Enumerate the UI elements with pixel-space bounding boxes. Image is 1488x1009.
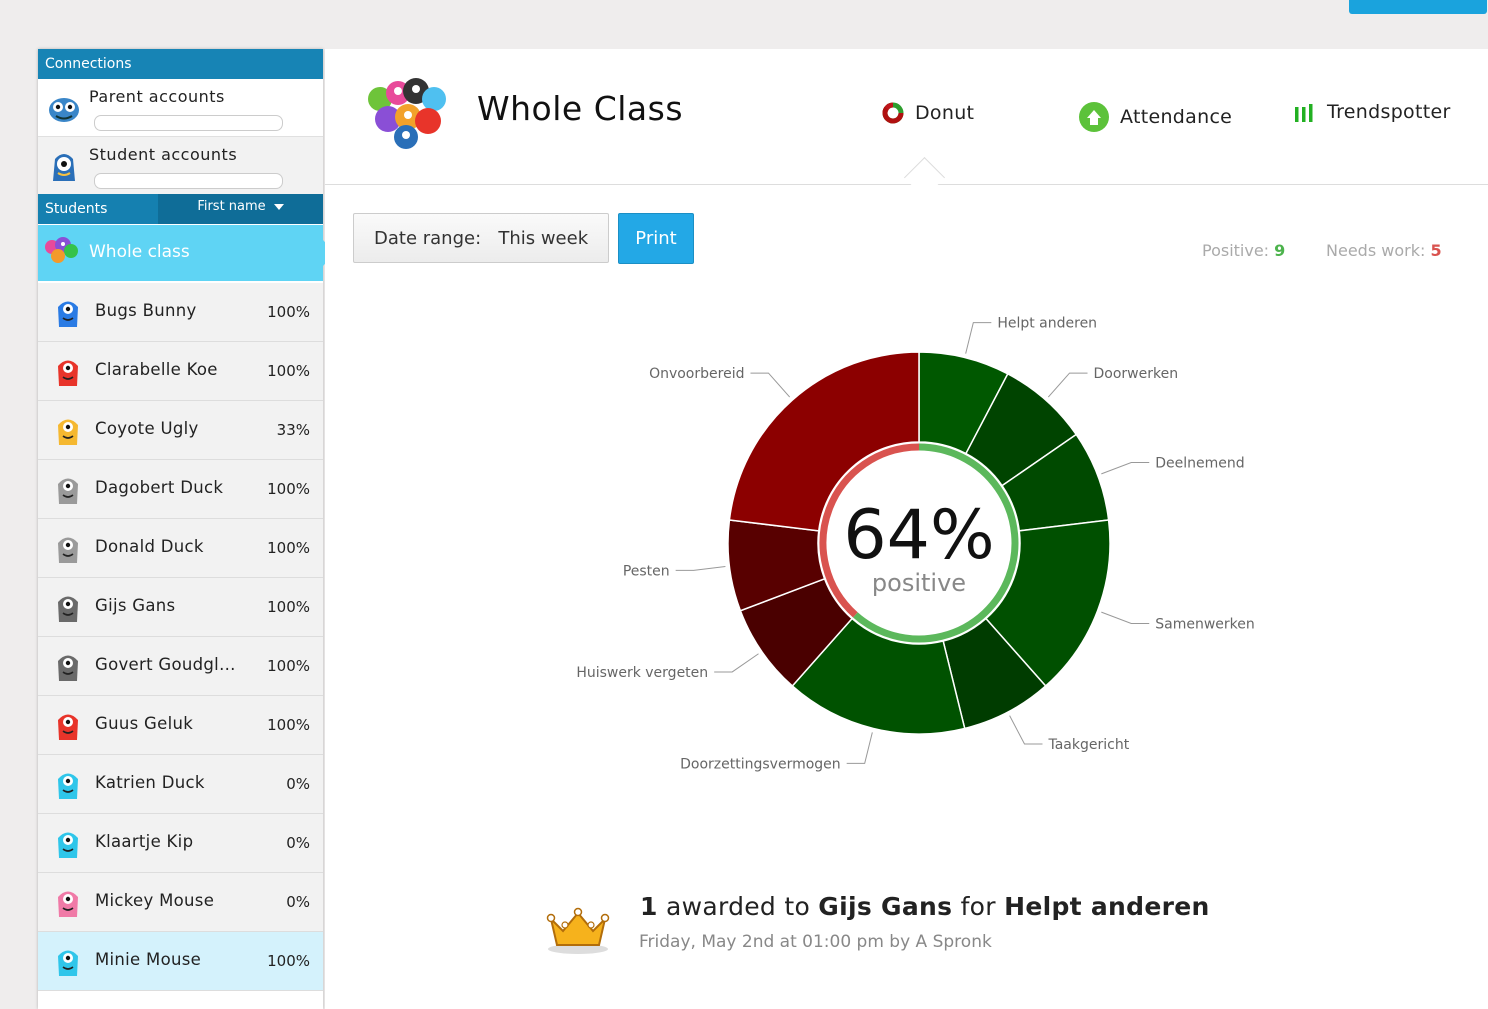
student-percent: 33% (276, 421, 310, 439)
slice-label: Doorwerken (1094, 366, 1179, 382)
student-percent: 0% (286, 893, 310, 911)
student-name: Govert Goudgl... (95, 655, 236, 674)
student-name: Donald Duck (95, 537, 204, 556)
student-avatar-icon (58, 832, 78, 858)
slice-label: Onvoorbereid (649, 366, 744, 382)
behavior-donut-chart: Helpt anderen Doorwerken Deelnemend Samenwe… (576, 316, 1255, 773)
main-panel: Whole Class Donut Attendance Trendspotte… (325, 49, 1488, 1009)
top-action-button[interactable] (1349, 0, 1487, 14)
latest-award: 1 awarded to Gijs Gans for Helpt anderen… (545, 887, 1345, 987)
student-row[interactable]: Coyote Ugly 33% (38, 401, 323, 460)
student-percent: 100% (267, 480, 310, 498)
student-row[interactable]: Katrien Duck 0% (38, 755, 323, 814)
slice-label: Samenwerken (1155, 616, 1255, 632)
student-name: Guus Geluk (95, 714, 194, 733)
whole-class-label: Whole class (89, 242, 190, 262)
sidebar: Connections Parent accounts Student acco… (38, 49, 335, 1009)
student-name: Minie Mouse (95, 950, 202, 969)
parent-accounts-progress (94, 115, 283, 131)
student-avatar-icon (58, 655, 78, 681)
slice-leader-line (1101, 462, 1150, 475)
sort-label: First name (197, 199, 266, 214)
student-percent: 100% (267, 303, 310, 321)
award-student: Gijs Gans (818, 892, 953, 921)
student-avatar-icon (58, 596, 78, 622)
student-percent: 100% (267, 952, 310, 970)
slice-leader-line (1047, 372, 1088, 398)
student-row[interactable]: Clarabelle Koe 100% (38, 342, 323, 401)
slice-leader-line (1101, 611, 1150, 624)
student-avatar-icon (58, 478, 78, 504)
award-text: 1 awarded to Gijs Gans for Helpt anderen (640, 892, 1210, 921)
slice-leader-line (965, 322, 992, 354)
student-avatar-icon (58, 537, 78, 563)
student-accounts-progress (94, 173, 283, 189)
slice-label: Helpt anderen (997, 316, 1097, 332)
award-for: for (960, 892, 996, 921)
slice-label: Doorzettingsvermogen (680, 756, 841, 772)
student-name: Clarabelle Koe (95, 360, 218, 379)
student-row[interactable]: Donald Duck 100% (38, 519, 323, 578)
student-percent: 0% (286, 834, 310, 852)
student-monster-icon (53, 154, 75, 181)
student-row[interactable]: Guus Geluk 100% (38, 696, 323, 755)
connections-header: Connections (38, 49, 323, 79)
chevron-down-icon (273, 203, 284, 210)
center-label: positive (872, 569, 966, 597)
center-percent: 64% (843, 496, 994, 575)
slice-leader-line (714, 653, 759, 673)
students-title: Students (45, 201, 108, 217)
parent-accounts-row[interactable]: Parent accounts (38, 79, 323, 137)
student-percent: 100% (267, 716, 310, 734)
student-percent: 0% (286, 775, 310, 793)
parent-accounts-label: Parent accounts (89, 87, 225, 106)
slice-label: Huiswerk vergeten (576, 665, 708, 681)
student-name: Coyote Ugly (95, 419, 199, 438)
sort-dropdown[interactable]: First name (158, 194, 323, 224)
student-row[interactable]: Minie Mouse 100% (38, 932, 323, 991)
student-percent: 100% (267, 598, 310, 616)
slice-leader-line (675, 566, 726, 571)
class-group-icon (45, 237, 78, 263)
slice-label: Deelnemend (1155, 456, 1244, 472)
student-row[interactable]: Dagobert Duck 100% (38, 460, 323, 519)
student-avatar-icon (58, 950, 78, 976)
student-percent: 100% (267, 657, 310, 675)
award-count: 1 (640, 892, 658, 921)
award-phrase: awarded to (665, 892, 811, 921)
student-name: Klaartje Kip (95, 832, 194, 851)
student-name: Dagobert Duck (95, 478, 224, 497)
student-avatar-icon (58, 419, 78, 445)
student-row[interactable]: Gijs Gans 100% (38, 578, 323, 637)
slice-leader-line (1009, 715, 1043, 745)
slice-label: Taakgericht (1047, 737, 1129, 753)
student-name: Katrien Duck (95, 773, 205, 792)
slice-leader-line (846, 732, 873, 764)
student-row[interactable]: Mickey Mouse 0% (38, 873, 323, 932)
crown-icon (546, 907, 610, 954)
parent-monster-icon (49, 98, 79, 122)
student-accounts-row[interactable]: Student accounts (38, 137, 323, 195)
student-name: Mickey Mouse (95, 891, 215, 910)
award-meta: Friday, May 2nd at 01:00 pm by A Spronk (639, 932, 992, 952)
student-percent: 100% (267, 539, 310, 557)
student-avatar-icon (58, 714, 78, 740)
student-row[interactable]: Govert Goudgl... 100% (38, 637, 323, 696)
student-avatar-icon (58, 773, 78, 799)
student-list: Bugs Bunny 100% Clarabelle Koe 100% Coyote U… (38, 283, 323, 991)
sidebar-item-whole-class[interactable]: Whole class (38, 225, 335, 281)
student-avatar-icon (58, 301, 78, 327)
student-avatar-icon (58, 891, 78, 917)
slice-label: Pesten (623, 563, 670, 579)
student-accounts-label: Student accounts (89, 145, 238, 164)
student-name: Gijs Gans (95, 596, 176, 615)
student-avatar-icon (58, 360, 78, 386)
slice-leader-line (750, 372, 791, 398)
student-percent: 100% (267, 362, 310, 380)
award-behavior: Helpt anderen (1004, 892, 1210, 921)
student-row[interactable]: Bugs Bunny 100% (38, 283, 323, 342)
students-header: Students First name (38, 194, 323, 224)
student-name: Bugs Bunny (95, 301, 197, 320)
student-row[interactable]: Klaartje Kip 0% (38, 814, 323, 873)
